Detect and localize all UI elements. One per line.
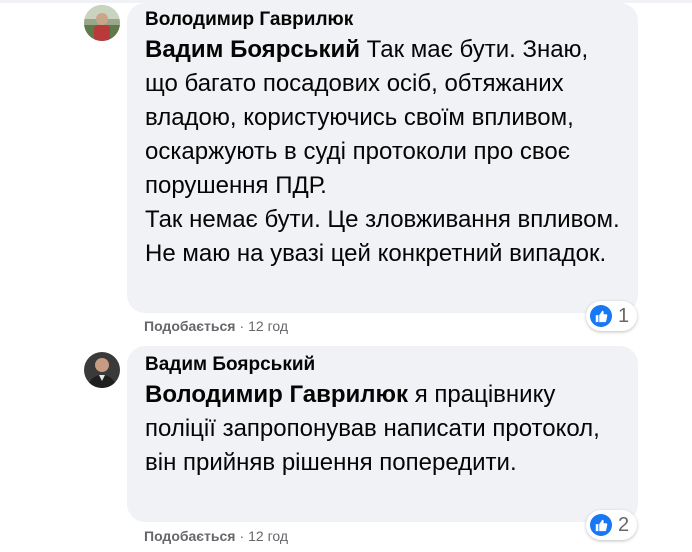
comment-author[interactable]: Володимир Гаврилюк bbox=[145, 9, 353, 31]
reaction-count: 2 bbox=[618, 513, 630, 536]
comment: Володимир Гаврилюк Вадим Боярський Так м… bbox=[0, 0, 692, 340]
comment-author[interactable]: Вадим Боярський bbox=[145, 354, 315, 376]
avatar[interactable] bbox=[84, 5, 120, 41]
reactions-badge[interactable]: 1 bbox=[586, 301, 638, 331]
mention-link[interactable]: Володимир Гаврилюк bbox=[145, 381, 408, 408]
like-icon bbox=[590, 305, 612, 327]
like-button[interactable]: Подобається bbox=[144, 528, 235, 544]
like-icon bbox=[590, 514, 612, 536]
comment-paragraph: Так немає бути. Це зловживання впливом. … bbox=[145, 206, 620, 267]
reaction-count: 1 bbox=[618, 304, 630, 327]
comment: Вадим Боярський Володимир Гаврилюк я пра… bbox=[0, 340, 692, 552]
separator: · bbox=[239, 318, 245, 334]
separator: · bbox=[239, 528, 245, 544]
comment-time[interactable]: 12 год bbox=[248, 528, 288, 544]
like-button[interactable]: Подобається bbox=[144, 318, 235, 334]
avatar[interactable] bbox=[84, 352, 120, 388]
mention-link[interactable]: Вадим Боярський bbox=[145, 36, 360, 63]
comment-meta: Подобається · 12 год bbox=[144, 528, 288, 544]
comment-text: Вадим Боярський Так має бути. Знаю, що б… bbox=[145, 33, 625, 271]
comment-time[interactable]: 12 год bbox=[248, 318, 288, 334]
comment-meta: Подобається · 12 год bbox=[144, 318, 288, 334]
comment-bubble: Вадим Боярський Володимир Гаврилюк я пра… bbox=[127, 346, 638, 522]
comment-paragraph: Володимир Гаврилюк я працівнику поліції … bbox=[145, 378, 625, 480]
comment-paragraph: Вадим Боярський Так має бути. Знаю, що б… bbox=[145, 33, 625, 203]
comment-text: Володимир Гаврилюк я працівнику поліції … bbox=[145, 378, 625, 480]
comment-bubble: Володимир Гаврилюк Вадим Боярський Так м… bbox=[127, 3, 638, 313]
reactions-badge[interactable]: 2 bbox=[586, 510, 638, 540]
